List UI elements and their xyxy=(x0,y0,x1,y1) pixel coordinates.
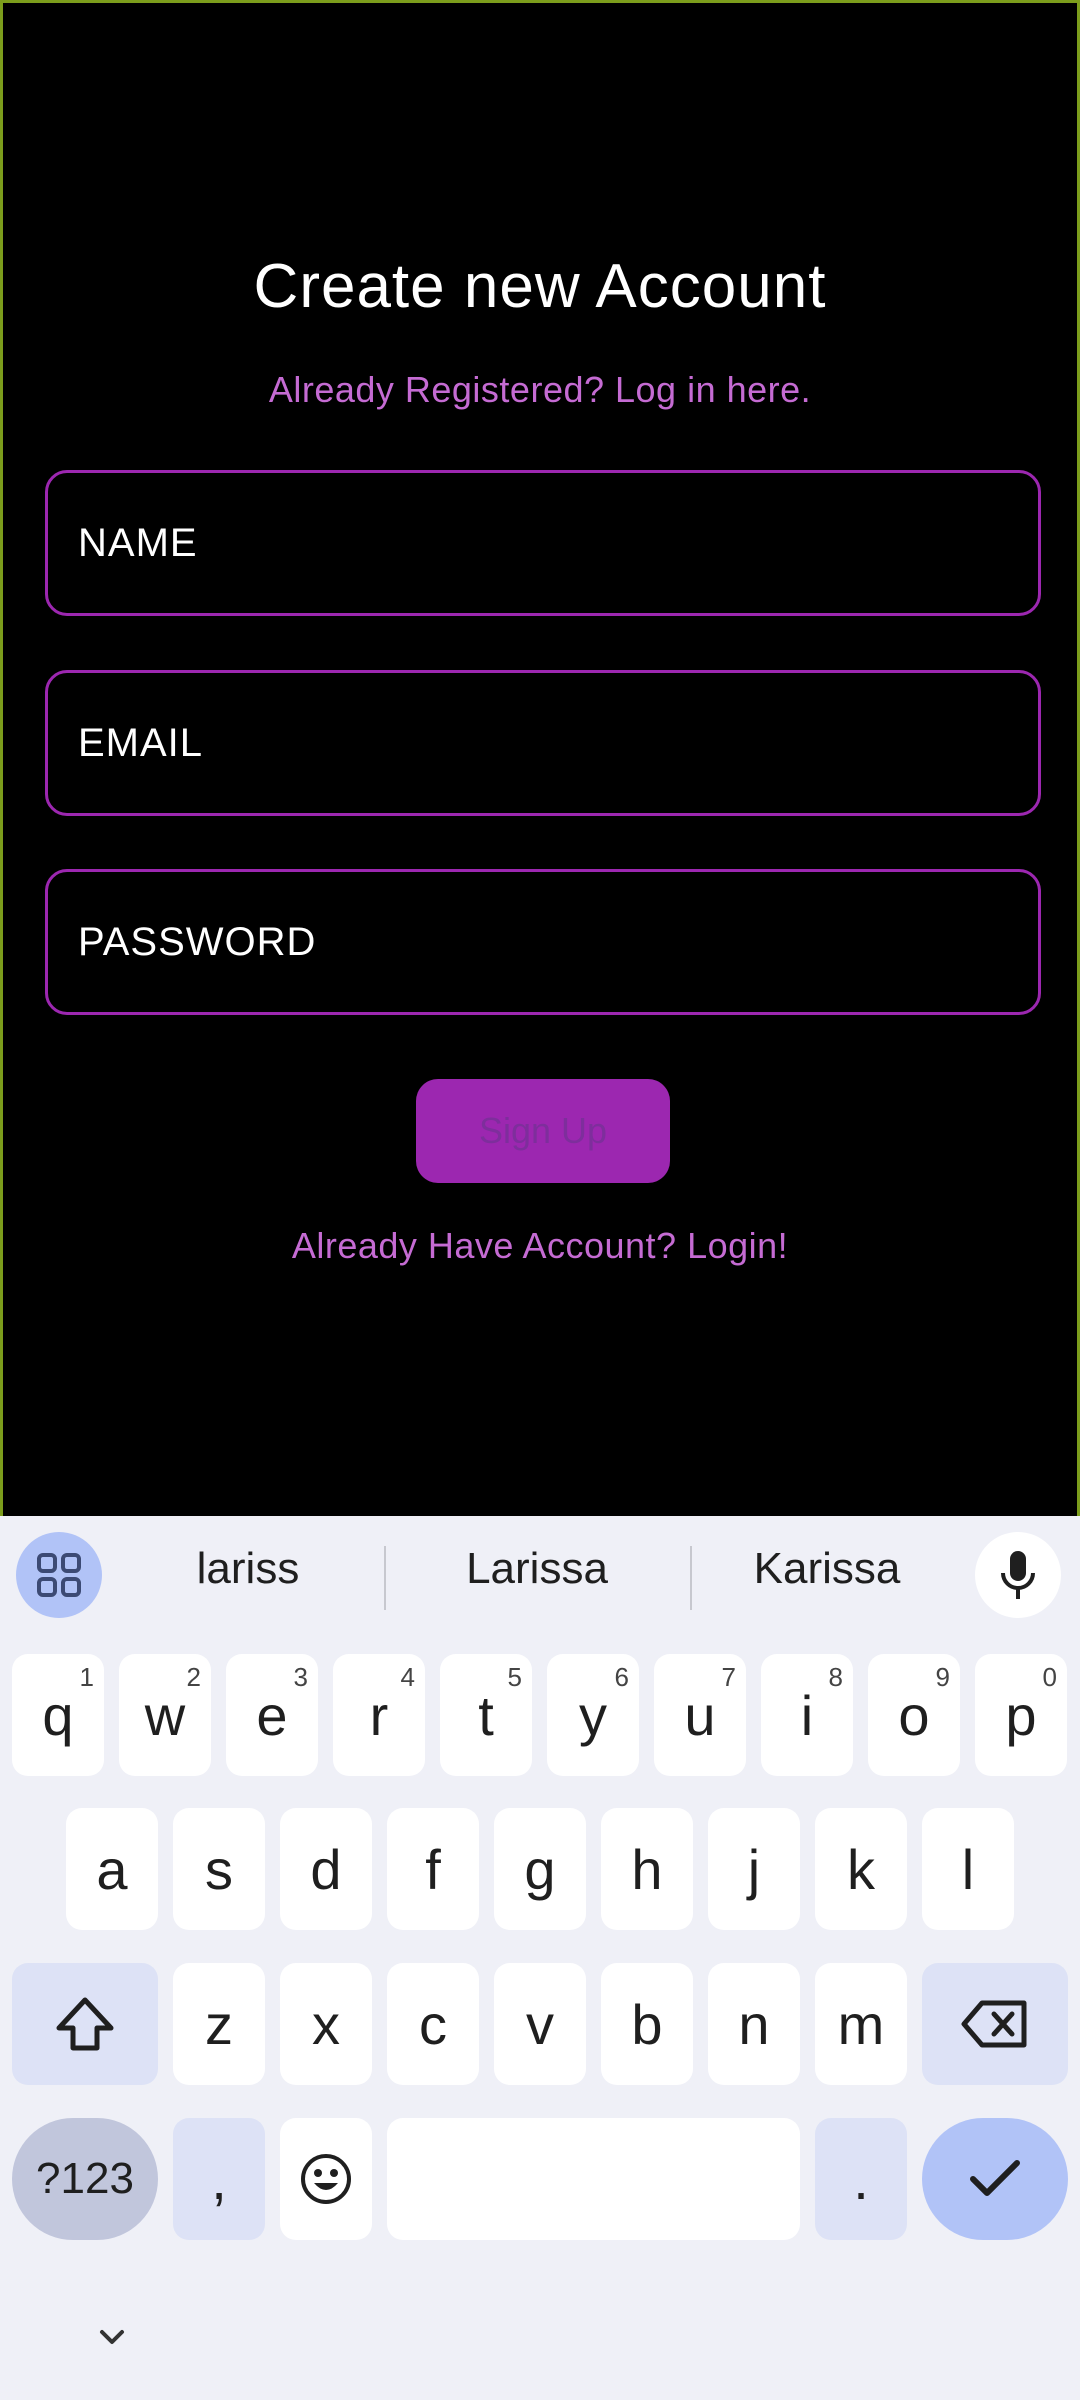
key-w[interactable]: w2 xyxy=(119,1654,211,1776)
name-input[interactable] xyxy=(48,473,1038,613)
key-a[interactable]: a xyxy=(66,1808,158,1930)
key-p[interactable]: p0 xyxy=(975,1654,1067,1776)
page-title: Create new Account xyxy=(253,252,827,321)
login-link[interactable]: Already Have Account? Login! xyxy=(3,1225,1077,1267)
key-hint: 3 xyxy=(293,1662,308,1692)
backspace-icon xyxy=(961,2000,1027,2048)
key-q[interactable]: q1 xyxy=(12,1654,104,1776)
key-i[interactable]: i8 xyxy=(761,1654,853,1776)
suggestion-divider xyxy=(384,1546,386,1610)
key-z[interactable]: z xyxy=(173,1963,265,2085)
emoji-icon xyxy=(301,2154,351,2204)
key-letter: o xyxy=(898,1683,930,1747)
soft-keyboard: lariss Larissa Karissa q1 w2 e3 r4 t5 y6… xyxy=(0,1516,1080,2400)
key-c[interactable]: c xyxy=(387,1963,479,2085)
key-t[interactable]: t5 xyxy=(440,1654,532,1776)
key-letter: p xyxy=(1005,1683,1037,1747)
check-icon xyxy=(970,2160,1020,2196)
key-n[interactable]: n xyxy=(708,1963,800,2085)
key-letter: u xyxy=(684,1683,716,1747)
voice-input-button[interactable] xyxy=(975,1532,1061,1618)
key-hint: 6 xyxy=(614,1662,629,1692)
key-g[interactable]: g xyxy=(494,1808,586,1930)
key-j[interactable]: j xyxy=(708,1808,800,1930)
key-x[interactable]: x xyxy=(280,1963,372,2085)
shift-icon xyxy=(56,1997,114,2051)
key-letter: q xyxy=(42,1683,74,1747)
key-letter: e xyxy=(256,1683,288,1747)
backspace-key[interactable] xyxy=(922,1963,1068,2085)
key-hint: 1 xyxy=(79,1662,94,1692)
key-r[interactable]: r4 xyxy=(333,1654,425,1776)
key-hint: 8 xyxy=(828,1662,843,1692)
key-l[interactable]: l xyxy=(922,1808,1014,1930)
email-input[interactable] xyxy=(48,673,1038,813)
key-k[interactable]: k xyxy=(815,1808,907,1930)
period-key[interactable]: . xyxy=(815,2118,907,2240)
symbols-key[interactable]: ?123 xyxy=(12,2118,158,2240)
suggestion-bar: lariss Larissa Karissa xyxy=(0,1516,1080,1632)
emoji-key[interactable] xyxy=(280,2118,372,2240)
suggestion-3[interactable]: Karissa xyxy=(722,1544,932,1594)
chevron-down-icon xyxy=(100,2330,124,2344)
already-registered-link[interactable]: Already Registered? Log in here. xyxy=(3,369,1077,411)
hide-keyboard-button[interactable] xyxy=(88,2322,136,2354)
shift-key[interactable] xyxy=(12,1963,158,2085)
key-s[interactable]: s xyxy=(173,1808,265,1930)
key-letter: y xyxy=(579,1683,607,1747)
key-o[interactable]: o9 xyxy=(868,1654,960,1776)
sign-up-button[interactable]: Sign Up xyxy=(416,1079,670,1183)
key-hint: 5 xyxy=(507,1662,522,1692)
password-input[interactable] xyxy=(48,872,1038,1012)
key-u[interactable]: u7 xyxy=(654,1654,746,1776)
key-hint: 9 xyxy=(935,1662,950,1692)
key-letter: r xyxy=(369,1683,389,1747)
key-letter: w xyxy=(144,1683,186,1747)
key-v[interactable]: v xyxy=(494,1963,586,2085)
suggestion-2[interactable]: Larissa xyxy=(420,1544,654,1594)
key-m[interactable]: m xyxy=(815,1963,907,2085)
key-h[interactable]: h xyxy=(601,1808,693,1930)
apps-grid-icon xyxy=(37,1553,81,1597)
key-letter: i xyxy=(800,1683,814,1747)
done-key[interactable] xyxy=(922,2118,1068,2240)
key-y[interactable]: y6 xyxy=(547,1654,639,1776)
key-hint: 0 xyxy=(1042,1662,1057,1692)
key-hint: 4 xyxy=(400,1662,415,1692)
mic-icon xyxy=(1001,1551,1035,1599)
key-b[interactable]: b xyxy=(601,1963,693,2085)
space-key[interactable] xyxy=(387,2118,800,2240)
key-f[interactable]: f xyxy=(387,1808,479,1930)
comma-key[interactable]: , xyxy=(173,2118,265,2240)
name-field[interactable] xyxy=(45,470,1041,616)
key-d[interactable]: d xyxy=(280,1808,372,1930)
suggestion-1[interactable]: lariss xyxy=(150,1544,346,1594)
key-hint: 2 xyxy=(186,1662,201,1692)
app-screen: Create new Account Already Registered? L… xyxy=(0,0,1080,1516)
apps-grid-button[interactable] xyxy=(16,1532,102,1618)
key-hint: 7 xyxy=(721,1662,736,1692)
password-field[interactable] xyxy=(45,869,1041,1015)
email-field[interactable] xyxy=(45,670,1041,816)
suggestion-divider xyxy=(690,1546,692,1610)
key-letter: t xyxy=(478,1683,494,1747)
key-e[interactable]: e3 xyxy=(226,1654,318,1776)
